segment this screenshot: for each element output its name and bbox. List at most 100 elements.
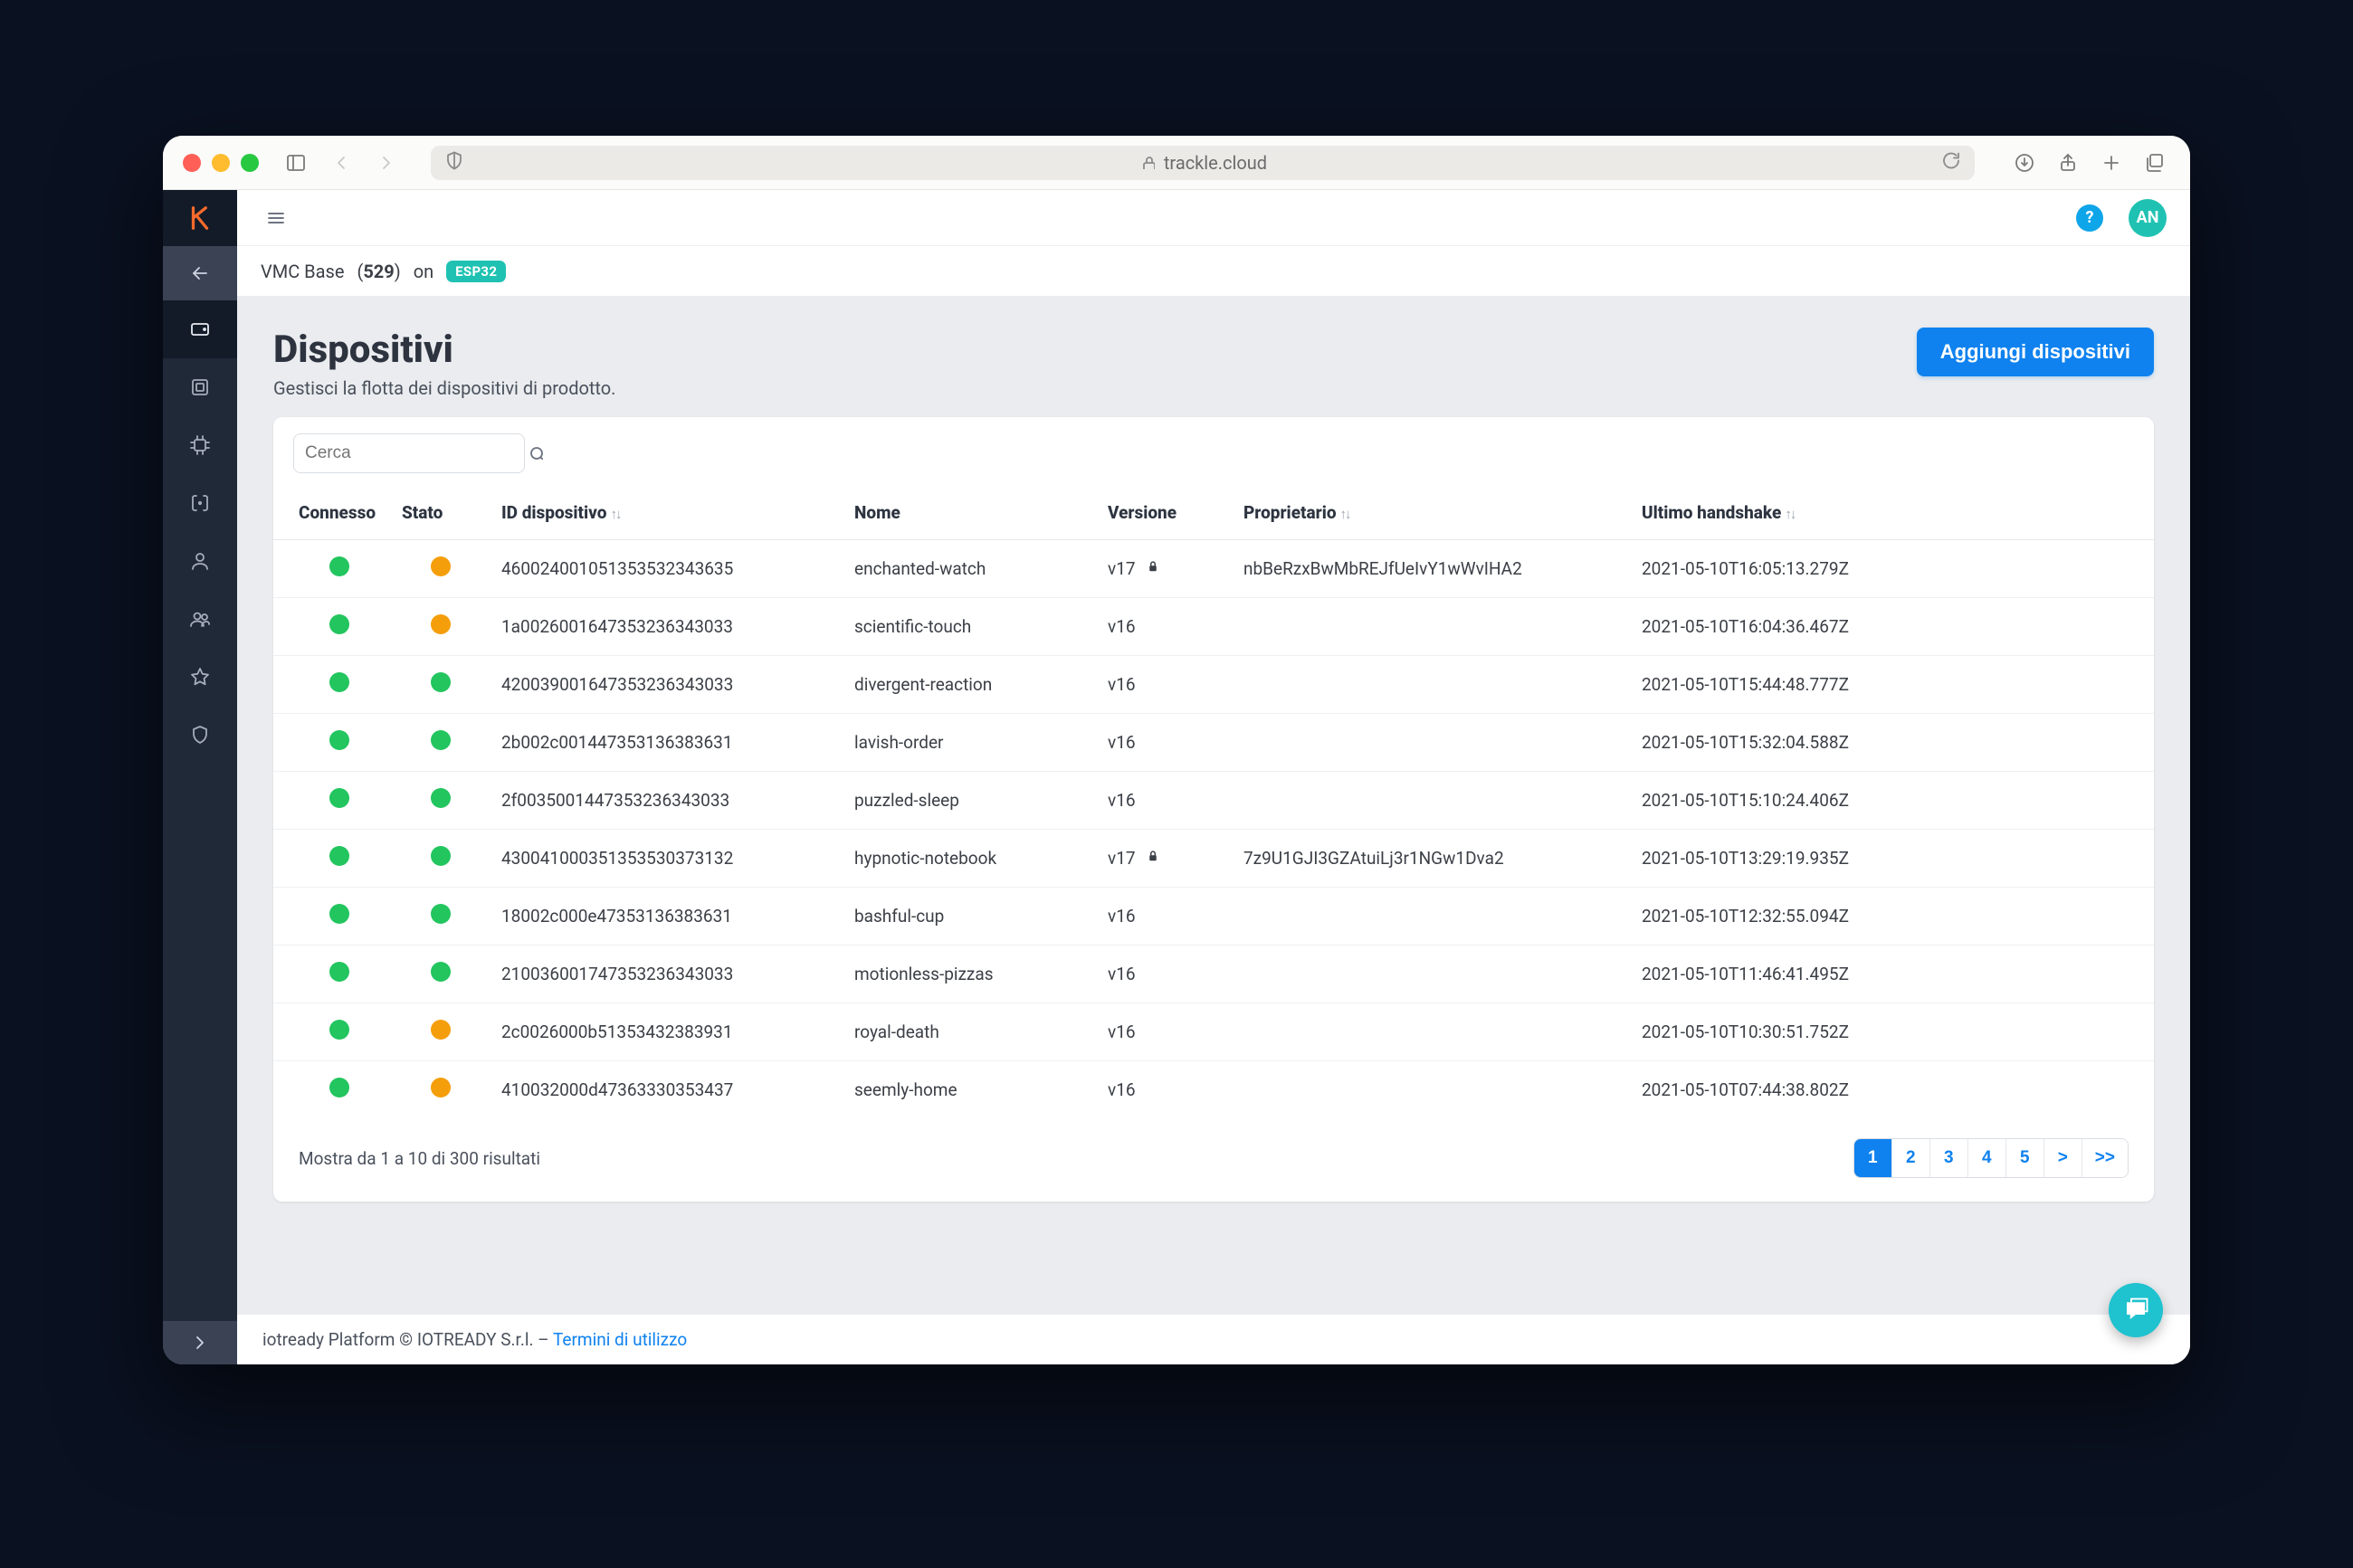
sidebar-item-favorites[interactable] <box>163 648 237 706</box>
cell-owner: nbBeRzxBwMbREJfUeIvY1wWvIHA2 <box>1233 540 1631 598</box>
table-row[interactable]: 2b002c001447353136383631lavish-orderv16 … <box>273 714 2154 772</box>
chat-icon <box>2122 1297 2149 1324</box>
logo-icon <box>186 204 214 232</box>
page-button[interactable]: 2 <box>1892 1139 1930 1177</box>
cell-device-id: 18002c000e47353136383631 <box>491 888 843 946</box>
cell-handshake: 2021-05-10T16:04:36.467Z <box>1631 598 2154 656</box>
window-minimize[interactable] <box>212 154 230 172</box>
star-icon <box>189 666 211 688</box>
tabs-icon[interactable] <box>2139 147 2170 178</box>
col-device-id[interactable]: ID dispositivo↑↓ <box>491 486 843 540</box>
sidebar-toggle-icon[interactable] <box>281 147 311 178</box>
connected-dot <box>329 962 349 982</box>
connected-dot <box>329 788 349 808</box>
app-sidebar <box>163 190 237 1364</box>
page-button[interactable]: 3 <box>1930 1139 1968 1177</box>
breadcrumb-product: VMC Base <box>261 261 344 282</box>
cell-device-id: 430041000351353530373132 <box>491 830 843 888</box>
page-button[interactable]: 1 <box>1854 1139 1892 1177</box>
url-text: trackle.cloud <box>1164 152 1267 174</box>
hamburger-button[interactable] <box>261 203 291 233</box>
downloads-icon[interactable] <box>2009 147 2040 178</box>
col-name[interactable]: Nome <box>843 486 1097 540</box>
share-icon[interactable] <box>2053 147 2083 178</box>
connected-dot <box>329 846 349 866</box>
app-footer: iotready Platform © IOTREADY S.r.l. – Te… <box>237 1314 2190 1364</box>
sidebar-item-tiles[interactable] <box>163 358 237 416</box>
chip-icon <box>189 434 211 456</box>
col-owner[interactable]: Proprietario↑↓ <box>1233 486 1631 540</box>
table-row[interactable]: 410032000d47363330353437seemly-homev16 2… <box>273 1061 2154 1119</box>
cell-version: v16 <box>1097 1061 1233 1119</box>
devices-card: Connesso Stato ID dispositivo↑↓ Nome Ver… <box>273 417 2154 1202</box>
sidebar-item-user[interactable] <box>163 532 237 590</box>
window-maximize[interactable] <box>241 154 259 172</box>
search-field[interactable] <box>293 433 525 473</box>
new-tab-icon[interactable] <box>2096 147 2127 178</box>
col-version[interactable]: Versione <box>1097 486 1233 540</box>
table-row[interactable]: 2f0035001447353236343033puzzled-sleepv16… <box>273 772 2154 830</box>
sidebar-item-devices[interactable] <box>163 300 237 358</box>
connected-dot <box>329 556 349 576</box>
sidebar-expand[interactable] <box>163 1321 237 1364</box>
cell-device-id: 210036001747353236343033 <box>491 946 843 1003</box>
window-close[interactable] <box>183 154 201 172</box>
privacy-shield-icon[interactable] <box>443 149 465 176</box>
cell-device-id: 420039001647353236343033 <box>491 656 843 714</box>
page-button[interactable]: > <box>2044 1139 2082 1177</box>
cell-name: seemly-home <box>843 1061 1097 1119</box>
sidebar-item-integrations[interactable] <box>163 474 237 532</box>
cell-name: royal-death <box>843 1003 1097 1061</box>
cell-name: hypnotic-notebook <box>843 830 1097 888</box>
state-dot <box>431 1078 451 1098</box>
cell-owner: 7z9U1GJI3GZAtuiLj3r1NGw1Dva2 <box>1233 830 1631 888</box>
cell-name: divergent-reaction <box>843 656 1097 714</box>
connected-dot <box>329 1078 349 1098</box>
cell-device-id: 2c0026000b51353432383931 <box>491 1003 843 1061</box>
state-dot <box>431 614 451 634</box>
terms-link[interactable]: Termini di utilizzo <box>553 1329 687 1350</box>
url-bar[interactable]: trackle.cloud <box>431 146 1975 180</box>
cell-version: v16 <box>1097 598 1233 656</box>
page-button[interactable]: 4 <box>1968 1139 2006 1177</box>
sidebar-back[interactable] <box>163 246 237 300</box>
sidebar-item-security[interactable] <box>163 706 237 764</box>
page-button[interactable]: >> <box>2082 1139 2128 1177</box>
refresh-icon[interactable] <box>1940 149 1962 176</box>
app-logo[interactable] <box>163 190 237 246</box>
help-button[interactable]: ? <box>2076 204 2103 232</box>
cell-owner <box>1233 714 1631 772</box>
connected-dot <box>329 672 349 692</box>
col-handshake[interactable]: Ultimo handshake↑↓ <box>1631 486 2154 540</box>
nav-forward-icon[interactable] <box>371 147 402 178</box>
connected-dot <box>329 614 349 634</box>
cell-version: v16 <box>1097 888 1233 946</box>
avatar[interactable]: AN <box>2129 199 2167 237</box>
table-row[interactable]: 1a0026001647353236343033scientific-touch… <box>273 598 2154 656</box>
chat-button[interactable] <box>2109 1283 2163 1337</box>
tiles-icon <box>189 376 211 398</box>
sidebar-item-firmware[interactable] <box>163 416 237 474</box>
col-connected[interactable]: Connesso <box>273 486 391 540</box>
state-dot <box>431 672 451 692</box>
state-dot <box>431 788 451 808</box>
add-device-button[interactable]: Aggiungi dispositivi <box>1917 328 2154 376</box>
cell-version: v16 <box>1097 656 1233 714</box>
col-state[interactable]: Stato <box>391 486 491 540</box>
table-row[interactable]: 460024001051353532343635enchanted-watchv… <box>273 540 2154 598</box>
table-row[interactable]: 420039001647353236343033divergent-reacti… <box>273 656 2154 714</box>
sidebar-item-team[interactable] <box>163 590 237 648</box>
breadcrumb-count: 529 <box>363 261 394 282</box>
sort-icon: ↑↓ <box>1340 506 1350 522</box>
search-input[interactable] <box>305 443 527 463</box>
nav-back-icon[interactable] <box>326 147 357 178</box>
page-button[interactable]: 5 <box>2006 1139 2044 1177</box>
table-row[interactable]: 430041000351353530373132hypnotic-noteboo… <box>273 830 2154 888</box>
table-row[interactable]: 18002c000e47353136383631bashful-cupv16 2… <box>273 888 2154 946</box>
table-row[interactable]: 210036001747353236343033motionless-pizza… <box>273 946 2154 1003</box>
cell-device-id: 1a0026001647353236343033 <box>491 598 843 656</box>
table-row[interactable]: 2c0026000b51353432383931royal-deathv16 2… <box>273 1003 2154 1061</box>
sort-icon: ↑↓ <box>610 506 620 522</box>
cell-name: puzzled-sleep <box>843 772 1097 830</box>
cell-device-id: 460024001051353532343635 <box>491 540 843 598</box>
